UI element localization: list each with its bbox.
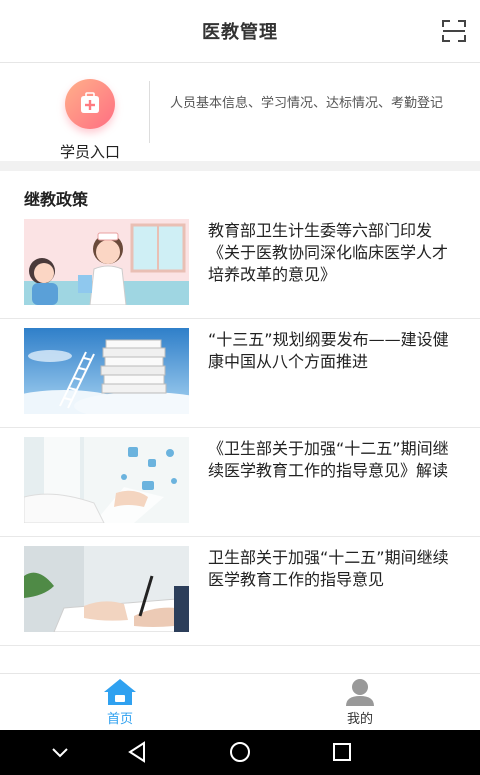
news-title: 教育部卫生计生委等六部门印发《关于医教协同深化临床医学人才培养改革的意见》: [208, 221, 449, 284]
news-list: 教育部卫生计生委等六部门印发《关于医教协同深化临床医学人才培养改革的意见》 “十…: [0, 210, 480, 646]
news-item[interactable]: 卫生部关于加强“十二五”期间继续医学教育工作的指导意见: [0, 537, 480, 646]
news-thumbnail: [24, 328, 189, 414]
page-title: 医教管理: [202, 22, 278, 43]
app-header: 医教管理: [0, 0, 480, 63]
home-circle-icon[interactable]: [226, 738, 254, 766]
news-title: 卫生部关于加强“十二五”期间继续医学教育工作的指导意见: [208, 548, 449, 589]
news-item[interactable]: 《卫生部关于加强“十二五”期间继续医学教育工作的指导意见》解读: [0, 428, 480, 537]
news-thumbnail: [24, 219, 189, 305]
divider: [149, 81, 150, 143]
scan-icon[interactable]: [442, 20, 466, 42]
news-thumbnail: [24, 546, 189, 632]
system-navigation-bar: [0, 730, 480, 775]
student-entry-panel: 学员入口 人员基本信息、学习情况、达标情况、考勤登记: [0, 63, 480, 161]
nav-home-tab[interactable]: 首页: [0, 674, 240, 731]
user-icon: [346, 679, 374, 706]
news-thumbnail: [24, 437, 189, 523]
home-icon: [104, 679, 136, 705]
medical-kit-icon: [65, 79, 115, 129]
section-gap: [0, 161, 480, 171]
nav-mine-tab[interactable]: 我的: [240, 674, 480, 731]
recent-apps-icon[interactable]: [328, 738, 356, 766]
bottom-nav: 首页 我的: [0, 673, 480, 731]
entry-description: 人员基本信息、学习情况、达标情况、考勤登记: [170, 96, 444, 111]
nav-mine-label: 我的: [346, 712, 373, 727]
student-entry-label: 学员入口: [59, 143, 120, 161]
news-item[interactable]: 教育部卫生计生委等六部门印发《关于医教协同深化临床医学人才培养改革的意见》: [0, 210, 480, 319]
student-entry-button[interactable]: 学员入口: [40, 73, 140, 161]
chevron-down-icon[interactable]: [46, 738, 74, 766]
nav-home-label: 首页: [106, 712, 133, 727]
news-title: 《卫生部关于加强“十二五”期间继续医学教育工作的指导意见》解读: [208, 439, 449, 480]
news-item[interactable]: “十三五”规划纲要发布——建设健康中国从八个方面推进: [0, 319, 480, 428]
news-title: “十三五”规划纲要发布——建设健康中国从八个方面推进: [208, 330, 449, 371]
back-icon[interactable]: [124, 738, 152, 766]
section-title: 继教政策: [24, 190, 89, 209]
